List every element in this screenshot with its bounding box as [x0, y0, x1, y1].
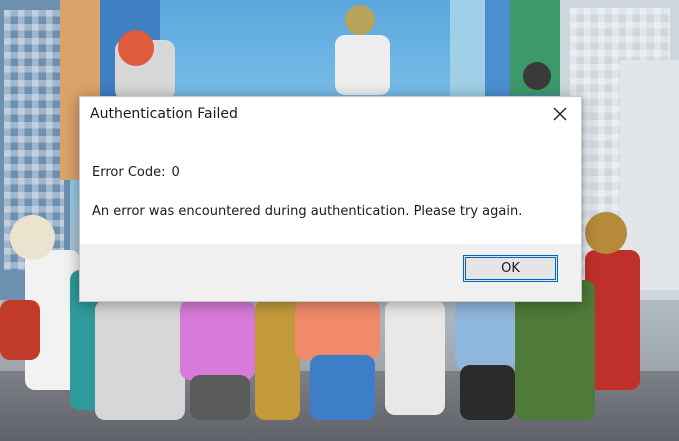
- character: [180, 300, 255, 380]
- character: [295, 300, 380, 360]
- character: [335, 35, 390, 95]
- close-button[interactable]: [545, 100, 575, 128]
- character: [0, 300, 40, 360]
- character: [310, 355, 375, 420]
- dialog-body: Error Code: 0 An error was encountered du…: [80, 133, 581, 243]
- character: [190, 375, 250, 420]
- character-head: [345, 5, 375, 35]
- dialog-title: Authentication Failed: [90, 106, 238, 122]
- character: [460, 365, 515, 420]
- character-head: [118, 30, 154, 66]
- character: [385, 300, 445, 415]
- close-icon: [553, 107, 567, 121]
- dialog-titlebar: Authentication Failed: [80, 97, 581, 133]
- character: [455, 300, 515, 370]
- character-head: [585, 212, 627, 254]
- error-code-value: 0: [171, 165, 180, 180]
- auth-failed-dialog: Authentication Failed Error Code: 0 An er…: [79, 96, 582, 302]
- character-head: [523, 62, 551, 90]
- character-head: [10, 215, 55, 260]
- building: [450, 0, 490, 100]
- error-message: An error was encountered during authenti…: [92, 204, 523, 219]
- character: [255, 300, 300, 420]
- dialog-footer: OK: [80, 244, 581, 301]
- ok-button[interactable]: OK: [463, 255, 558, 282]
- character: [95, 300, 185, 420]
- error-code-row: Error Code: 0: [92, 165, 180, 180]
- error-code-label: Error Code:: [92, 165, 166, 180]
